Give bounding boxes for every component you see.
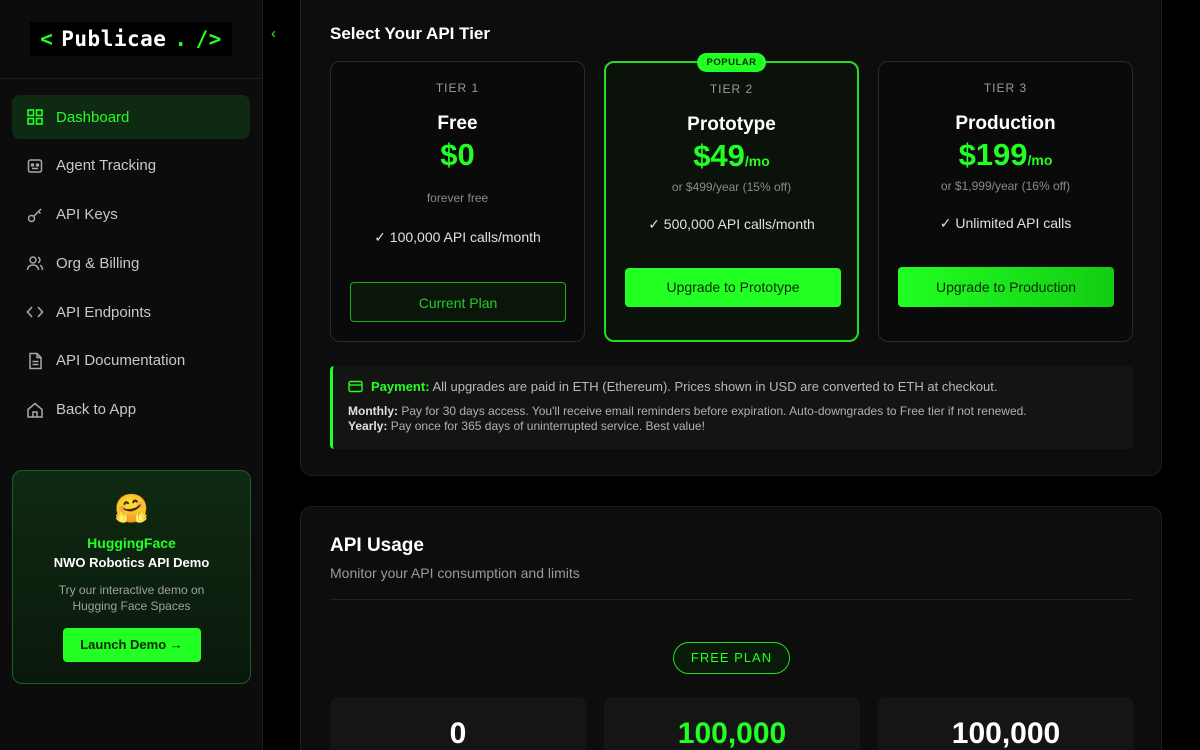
tier-note: forever free: [426, 191, 489, 205]
collapse-sidebar-icon[interactable]: ‹: [271, 25, 276, 42]
upgrade-prototype-button[interactable]: Upgrade to Prototype: [625, 268, 841, 307]
hugging-face-emoji-icon: 🤗: [114, 493, 149, 524]
upgrade-production-button[interactable]: Upgrade to Production: [898, 267, 1114, 307]
sidebar-nav: Dashboard Agent Tracking API Keys Org & …: [0, 79, 262, 432]
api-tier-panel: Select Your API Tier TIER 1 Free $0 fore…: [300, 0, 1162, 476]
sidebar-item-api-keys[interactable]: API Keys: [12, 193, 250, 237]
key-icon: [27, 208, 42, 222]
promo-title: HuggingFace: [87, 535, 176, 551]
tier-feature: ✓ 500,000 API calls/month: [648, 216, 815, 232]
yearly-line: Yearly: Pay once for 365 days of uninter…: [348, 419, 1133, 434]
brand-dot: .: [174, 27, 188, 51]
sidebar-item-agent-tracking[interactable]: Agent Tracking: [12, 144, 250, 188]
usage-stat-remaining: 100,000: [604, 697, 860, 750]
tier-price: $49/mo: [606, 138, 857, 174]
document-icon: [29, 352, 42, 370]
brand-name: Publicae: [61, 27, 167, 51]
sidebar-item-api-endpoints[interactable]: API Endpoints: [12, 290, 250, 334]
monthly-label: Monthly:: [348, 404, 398, 418]
tier-price: $0: [331, 137, 584, 173]
yearly-label: Yearly:: [348, 419, 388, 433]
huggingface-promo-card: 🤗 HuggingFace NWO Robotics API Demo Try …: [12, 470, 251, 684]
usage-title: API Usage: [330, 535, 424, 556]
brand-open-bracket: <: [40, 27, 54, 51]
logo-area: < Publicae . />: [0, 0, 262, 79]
sidebar-item-label: API Documentation: [56, 352, 186, 370]
api-usage-panel: API Usage Monitor your API consumption a…: [300, 506, 1162, 750]
payment-line: Payment: All upgrades are paid in ETH (E…: [348, 379, 1133, 394]
tier-name: Production: [955, 113, 1056, 134]
price-period: /mo: [744, 153, 770, 169]
sidebar-item-back-to-app[interactable]: Back to App: [12, 388, 250, 432]
sidebar-item-org-billing[interactable]: Org & Billing: [12, 241, 250, 285]
current-plan-button[interactable]: Current Plan: [350, 282, 566, 322]
tier-note: or $1,999/year (16% off): [940, 179, 1071, 193]
tier-card-production: TIER 3 Production $199/mo or $1,999/year…: [878, 61, 1133, 342]
payment-description: All upgrades are paid in ETH (Ethereum).…: [432, 379, 998, 394]
tier-card-free: TIER 1 Free $0 forever free ✓ 100,000 AP…: [330, 61, 585, 342]
price-amount: $49: [693, 138, 745, 173]
sidebar-item-api-documentation[interactable]: API Documentation: [12, 339, 250, 383]
payment-label: Payment:: [371, 379, 430, 394]
usage-subtitle: Monitor your API consumption and limits: [330, 565, 580, 581]
sidebar-item-label: Back to App: [56, 401, 137, 419]
monthly-text: Pay for 30 days access. You'll receive e…: [401, 404, 1027, 418]
code-icon: [26, 306, 44, 318]
monthly-line: Monthly: Pay for 30 days access. You'll …: [348, 404, 1133, 419]
usage-stat-used: 0: [330, 697, 586, 750]
tier-name: Prototype: [687, 114, 776, 135]
sidebar-item-label: API Endpoints: [56, 303, 152, 321]
payment-info-box: Payment: All upgrades are paid in ETH (E…: [330, 366, 1133, 449]
section-title: Select Your API Tier: [330, 24, 490, 43]
sidebar: < Publicae . /> Dashboard Agent Tracking…: [0, 0, 263, 750]
tier-price: $199/mo: [879, 137, 1132, 173]
popular-badge: POPULAR: [696, 53, 767, 72]
users-icon: [26, 256, 44, 271]
robot-face-icon: [27, 159, 43, 173]
yearly-text: Pay once for 365 days of uninterrupted s…: [390, 419, 705, 433]
credit-card-icon: [348, 380, 363, 393]
sidebar-item-label: API Keys: [56, 206, 118, 224]
sidebar-item-dashboard[interactable]: Dashboard: [12, 95, 250, 139]
usage-stat-limit: 100,000: [878, 697, 1134, 750]
tier-feature: ✓ Unlimited API calls: [939, 215, 1072, 231]
payment-details: Monthly: Pay for 30 days access. You'll …: [348, 404, 1133, 434]
tier-feature: ✓ 100,000 API calls/month: [374, 229, 541, 245]
promo-description: Try our interactive demo on Hugging Face…: [58, 583, 205, 613]
tier-note: or $499/year (15% off): [671, 180, 792, 194]
plan-badge: FREE PLAN: [673, 642, 790, 674]
sidebar-item-label: Org & Billing: [56, 254, 140, 272]
home-icon: [27, 402, 43, 418]
tier-name: Free: [437, 113, 478, 134]
tier-label: TIER 3: [983, 81, 1028, 95]
payment-text: Payment: All upgrades are paid in ETH (E…: [371, 379, 997, 394]
launch-demo-button[interactable]: Launch Demo →: [62, 628, 201, 662]
brand-close-tag: />: [195, 27, 222, 51]
brand-logo[interactable]: < Publicae . />: [30, 22, 232, 56]
promo-subtitle: NWO Robotics API Demo: [53, 555, 210, 570]
price-period: /mo: [1027, 152, 1053, 168]
sidebar-item-label: Agent Tracking: [56, 157, 157, 175]
price-amount: $0: [440, 137, 475, 172]
tier-label: TIER 1: [435, 81, 480, 95]
grid-icon: [27, 109, 43, 125]
divider: [330, 599, 1133, 600]
sidebar-item-label: Dashboard: [56, 108, 130, 126]
tier-card-prototype: POPULAR TIER 2 Prototype $49/mo or $499/…: [604, 53, 859, 342]
tier-label: TIER 2: [709, 82, 754, 96]
price-amount: $199: [958, 137, 1028, 172]
